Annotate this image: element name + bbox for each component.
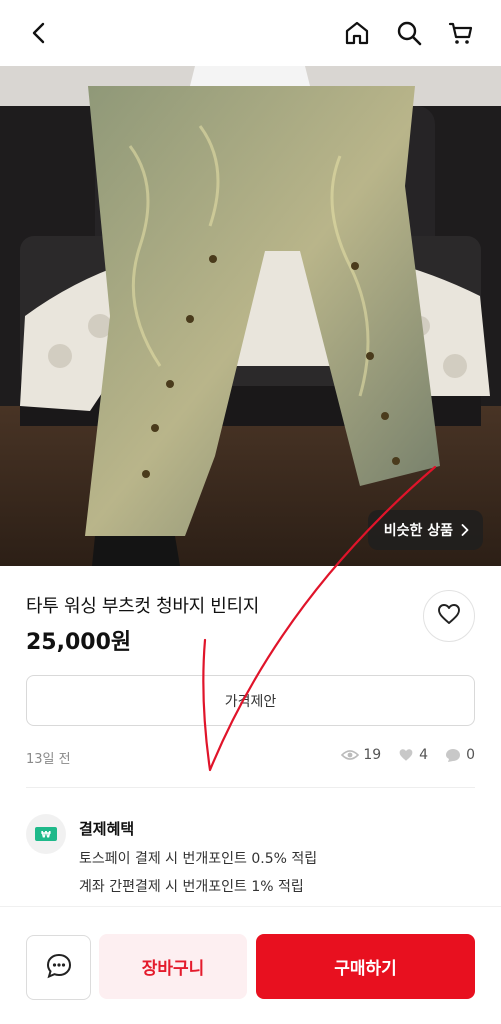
add-to-cart-label: 장바구니	[141, 959, 205, 979]
cart-icon[interactable]	[444, 16, 478, 50]
like-button[interactable]	[423, 590, 475, 642]
svg-text:₩: ₩	[41, 831, 51, 841]
view-count: 19	[363, 747, 382, 763]
add-to-cart-button[interactable]: 장바구니	[99, 934, 247, 999]
product-title: 타투 워싱 부츠컷 청바지 빈티지	[26, 596, 260, 617]
section-divider	[26, 787, 475, 788]
heart-icon	[397, 746, 415, 764]
chat-dots-icon	[45, 952, 73, 984]
price-offer-button[interactable]: 가격제안	[26, 675, 475, 726]
bottom-action-bar: 장바구니 구매하기	[0, 906, 501, 1024]
benefit-line-toss: 토스페이 결제 시 번개포인트 0.5% 적립	[79, 851, 318, 867]
top-app-bar	[0, 0, 501, 66]
product-image[interactable]: 비슷한 상품	[0, 66, 501, 566]
home-icon[interactable]	[340, 16, 374, 50]
product-stats: 19 4 0	[341, 746, 475, 764]
payment-card-icon: ₩	[26, 814, 66, 854]
buy-now-label: 구매하기	[334, 959, 397, 979]
similar-products-button[interactable]: 비슷한 상품	[367, 510, 483, 550]
heart-icon	[437, 603, 461, 629]
back-arrow-icon[interactable]	[22, 16, 56, 50]
jeans-photo-illustration	[0, 66, 501, 566]
similar-products-label: 비슷한 상품	[383, 523, 453, 539]
price-offer-label: 가격제안	[224, 693, 277, 710]
posted-time: 13일 전	[26, 752, 71, 767]
search-icon[interactable]	[392, 16, 426, 50]
chat-bubble-icon	[444, 746, 462, 764]
payment-benefit-title: 결제혜택	[79, 820, 135, 838]
like-count: 4	[419, 747, 429, 763]
chat-count: 0	[466, 747, 475, 763]
chevron-right-icon	[461, 524, 469, 536]
product-price: 25,000원	[26, 630, 132, 655]
eye-icon	[341, 746, 360, 764]
chat-button[interactable]	[26, 935, 91, 1000]
buy-now-button[interactable]: 구매하기	[256, 934, 475, 999]
benefit-line-account: 계좌 간편결제 시 번개포인트 1% 적립	[79, 879, 304, 895]
